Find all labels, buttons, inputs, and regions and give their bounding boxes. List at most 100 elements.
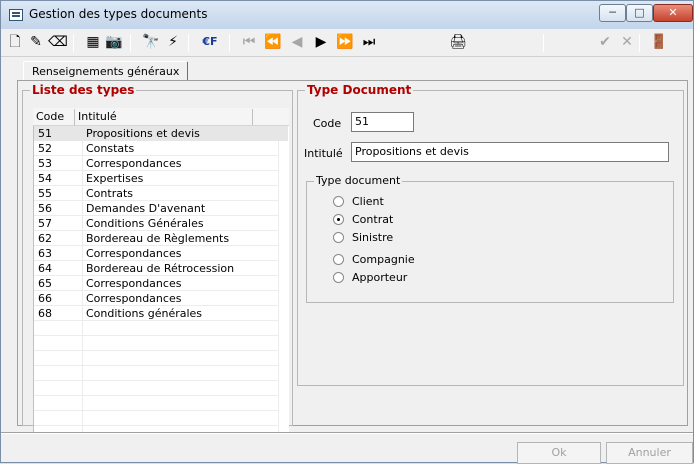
validate-icon[interactable]: ✔ xyxy=(595,32,615,52)
list-groupbox: Liste des types Code Intitulé 51 Proposit… xyxy=(22,83,293,433)
list-row[interactable]: 65 Correspondances xyxy=(34,276,288,291)
list-row[interactable]: 68 Conditions générales xyxy=(34,306,288,321)
list-grid-line xyxy=(34,395,278,396)
edit-pencil-icon[interactable]: ✎ xyxy=(26,32,46,52)
main-window: Gestion des types documents ─ □ ✕ 🗋 ✎ ⌫ … xyxy=(0,0,694,464)
row-title: Constats xyxy=(86,142,135,155)
ok-button[interactable]: Ok xyxy=(517,442,601,464)
type-document-options: Client Contrat Sinistre Compagnie Apporteur xyxy=(333,182,533,302)
row-code: 54 xyxy=(38,172,52,185)
list-row[interactable]: 52 Constats xyxy=(34,141,288,156)
list-row[interactable]: 62 Bordereau de Règlements xyxy=(34,231,288,246)
row-title: Correspondances xyxy=(86,247,182,260)
row-title: Expertises xyxy=(86,172,144,185)
radio-circle-icon[interactable] xyxy=(333,232,344,243)
maximize-button[interactable]: □ xyxy=(626,4,653,22)
toolbar-separator xyxy=(188,34,189,52)
list-row[interactable]: 51 Propositions et devis xyxy=(34,126,288,141)
row-title: Correspondances xyxy=(86,292,182,305)
row-code: 52 xyxy=(38,142,52,155)
camera-icon[interactable]: 📷 xyxy=(104,32,124,52)
new-document-icon[interactable]: 🗋 xyxy=(5,32,25,52)
detail-groupbox: Type Document Code 51 Intitulé Propositi… xyxy=(297,83,684,386)
tab-panel: Liste des types Code Intitulé 51 Proposit… xyxy=(17,80,688,433)
binoculars-icon[interactable]: 🔭 xyxy=(141,32,161,52)
list-grid-line xyxy=(34,335,278,336)
list-grid-line xyxy=(34,365,278,366)
exit-door-icon[interactable]: 🚪 xyxy=(649,32,669,52)
minimize-button[interactable]: ─ xyxy=(599,4,626,22)
detail-title: Type Document xyxy=(305,83,414,97)
row-code: 53 xyxy=(38,157,52,170)
toolbar-separator xyxy=(639,34,640,52)
row-code: 65 xyxy=(38,277,52,290)
radio-circle-icon[interactable] xyxy=(333,214,344,225)
row-code: 63 xyxy=(38,247,52,260)
row-title: Correspondances xyxy=(86,157,182,170)
list-row[interactable]: 66 Correspondances xyxy=(34,291,288,306)
code-field[interactable]: 51 xyxy=(351,112,414,132)
list-grid-line xyxy=(34,350,278,351)
row-code: 51 xyxy=(38,127,52,140)
column-header-title[interactable]: Intitulé xyxy=(75,109,253,125)
radio-circle-icon[interactable] xyxy=(333,254,344,265)
column-header-code[interactable]: Code xyxy=(33,109,75,125)
row-title: Conditions Générales xyxy=(86,217,204,230)
list-row[interactable]: 53 Correspondances xyxy=(34,156,288,171)
eraser-icon[interactable]: ⌫ xyxy=(48,32,68,52)
tab-strip: Renseignements généraux xyxy=(17,61,681,81)
tab-renseignements-generaux[interactable]: Renseignements généraux xyxy=(23,61,189,81)
radio-label: Apporteur xyxy=(352,271,408,284)
row-code: 66 xyxy=(38,292,52,305)
grid-icon[interactable]: ▦ xyxy=(83,32,103,52)
cancel-icon[interactable]: ✕ xyxy=(617,32,637,52)
list-row[interactable]: 54 Expertises xyxy=(34,171,288,186)
print-preview-icon[interactable]: 🖨 xyxy=(448,32,468,52)
list-grid-line xyxy=(34,410,278,411)
list-grid-line xyxy=(34,425,278,426)
types-list[interactable]: 51 Propositions et devis 52 Constats 53 Corre… xyxy=(33,126,289,433)
row-code: 64 xyxy=(38,262,52,275)
row-title: Conditions générales xyxy=(86,307,203,320)
toolbar-separator xyxy=(130,34,131,52)
list-row[interactable]: 57 Conditions Générales xyxy=(34,216,288,231)
list-row[interactable]: 64 Bordereau de Rétrocession xyxy=(34,261,288,276)
row-title: Contrats xyxy=(86,187,134,200)
row-title: Bordereau de Rétrocession xyxy=(86,262,235,275)
list-header: Code Intitulé xyxy=(33,108,289,126)
code-label: Code xyxy=(313,117,342,130)
app-icon xyxy=(9,9,23,21)
toolbar-separator xyxy=(543,34,544,52)
radio-circle-icon[interactable] xyxy=(333,272,344,283)
row-code: 56 xyxy=(38,202,52,215)
close-button[interactable]: ✕ xyxy=(653,4,693,22)
footer-separator xyxy=(1,432,693,434)
list-row[interactable]: 63 Correspondances xyxy=(34,246,288,261)
type-document-groupbox: Type document Client Contrat Sinistre Compa… xyxy=(306,174,674,303)
row-code: 57 xyxy=(38,217,52,230)
next-record-icon[interactable]: ▶ xyxy=(311,32,331,52)
radio-circle-icon[interactable] xyxy=(333,196,344,207)
title-bar[interactable]: Gestion des types documents ─ □ ✕ xyxy=(1,1,693,29)
fast-previous-icon[interactable]: ⏪ xyxy=(263,32,283,52)
title-field[interactable]: Propositions et devis xyxy=(351,142,669,162)
row-title: Propositions et devis xyxy=(86,127,200,140)
radio-label: Contrat xyxy=(352,213,394,226)
toolbar-separator xyxy=(229,34,230,52)
row-code: 68 xyxy=(38,307,52,320)
list-grid-line xyxy=(34,380,278,381)
fast-next-icon[interactable]: ⏩ xyxy=(335,32,355,52)
last-record-icon[interactable]: ⏭ xyxy=(359,32,379,52)
lightning-icon[interactable]: ⚡ xyxy=(163,32,183,52)
row-title: Correspondances xyxy=(86,277,182,290)
row-code: 62 xyxy=(38,232,52,245)
currency-button[interactable]: €F xyxy=(197,32,223,52)
radio-label: Sinistre xyxy=(352,231,394,244)
first-record-icon[interactable]: ⏮ xyxy=(239,32,259,52)
list-row[interactable]: 56 Demandes D'avenant xyxy=(34,201,288,216)
cancel-button[interactable]: Annuler xyxy=(606,442,693,464)
previous-record-icon[interactable]: ◀ xyxy=(287,32,307,52)
list-row[interactable]: 55 Contrats xyxy=(34,186,288,201)
radio-label: Client xyxy=(352,195,384,208)
list-title: Liste des types xyxy=(30,83,137,97)
